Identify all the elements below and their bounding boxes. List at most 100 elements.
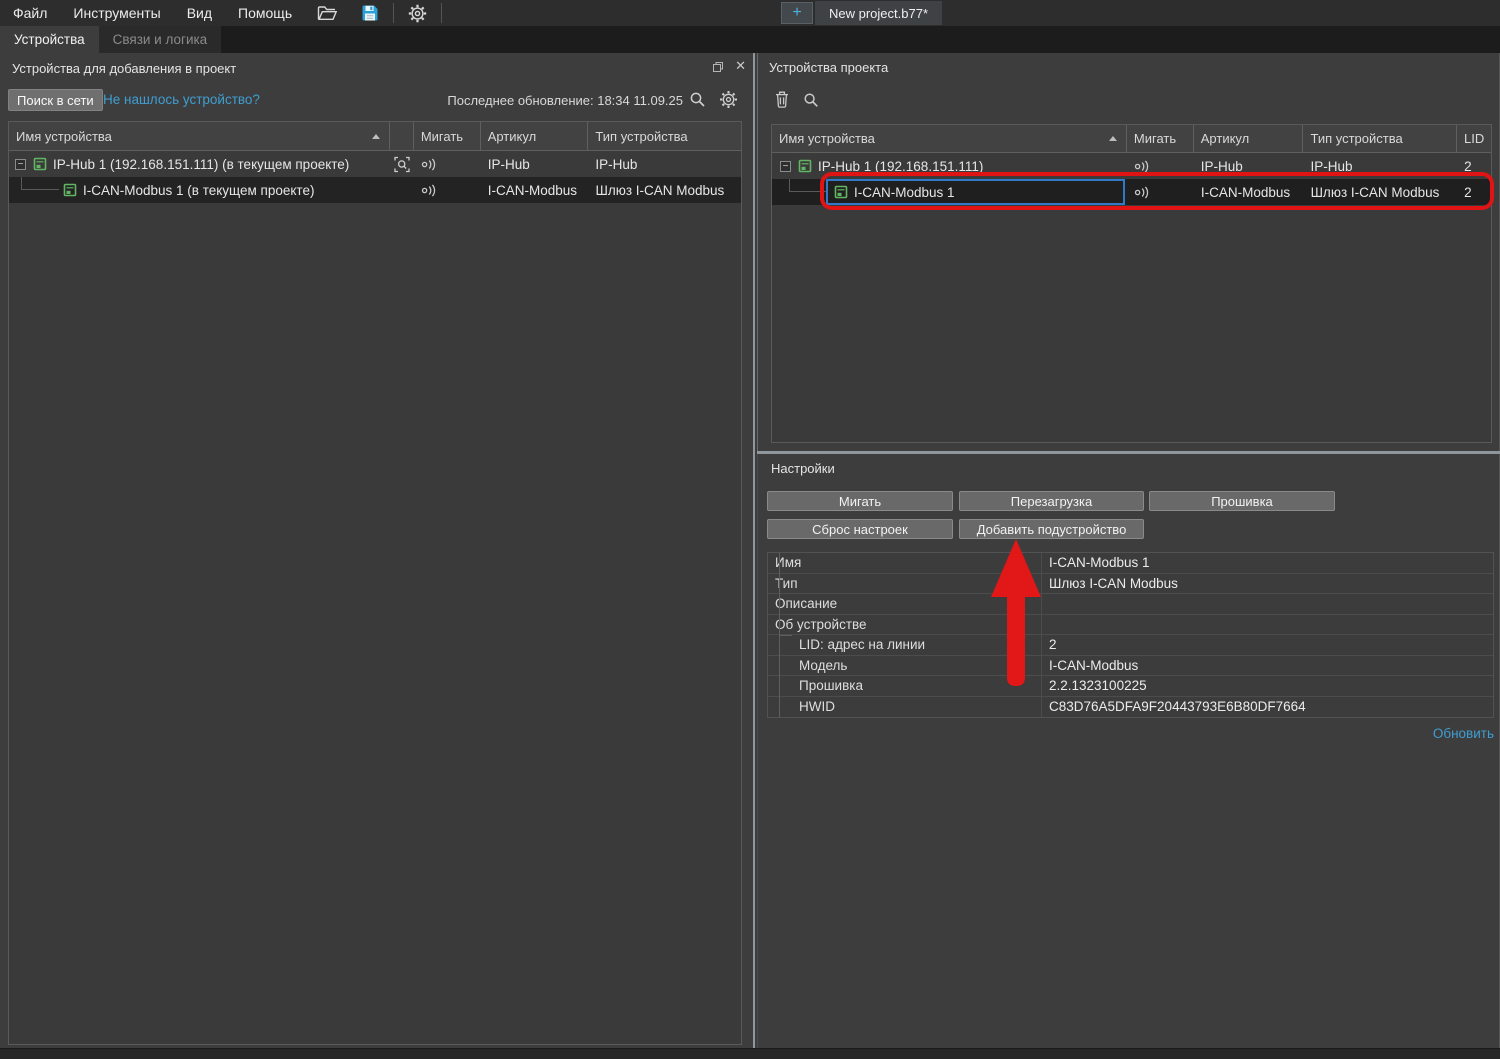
device-icon xyxy=(63,183,77,197)
property-row-description: Описание xyxy=(768,594,1493,615)
property-value[interactable]: Шлюз I-CAN Modbus xyxy=(1042,574,1493,594)
property-value[interactable]: C83D76A5DFA9F20443793E6B80DF7664 xyxy=(1042,697,1493,718)
column-header-device-name[interactable]: Имя устройства xyxy=(772,125,1127,152)
collapse-expander-icon[interactable]: − xyxy=(780,161,791,172)
property-row-about-device: Об устройстве xyxy=(768,615,1493,636)
tab-devices[interactable]: Устройства xyxy=(0,26,99,53)
search-icon[interactable] xyxy=(689,91,706,108)
column-header-device-name[interactable]: Имя устройства xyxy=(9,122,390,150)
property-row-name: Имя I-CAN-Modbus 1 xyxy=(768,553,1493,574)
scan-settings-gear-icon[interactable] xyxy=(719,90,738,109)
article-cell[interactable]: I-CAN-Modbus xyxy=(481,177,589,203)
menu-help[interactable]: Помощь xyxy=(225,0,305,26)
property-label: HWID xyxy=(768,697,1042,718)
devices-to-add-panel: Устройства для добавления в проект ✕ Пои… xyxy=(0,53,753,1048)
type-cell[interactable]: IP-Hub xyxy=(588,151,741,177)
delete-device-icon[interactable] xyxy=(775,91,789,108)
view-tab-strip: Устройства Связи и логика xyxy=(0,26,1500,53)
last-update-label: Последнее обновление: 18:34 11.09.25 xyxy=(447,93,683,108)
lid-cell[interactable]: 2 xyxy=(1457,179,1491,205)
column-header-label: Имя устройства xyxy=(779,131,875,146)
lid-cell[interactable]: 2 xyxy=(1457,153,1491,179)
search-icon[interactable] xyxy=(803,92,819,108)
property-label: Имя xyxy=(768,553,1042,573)
device-name-cell[interactable]: − IP-Hub 1 (192.168.151.111) (в текущем … xyxy=(9,151,390,177)
column-header-article[interactable]: Артикул xyxy=(1194,125,1304,152)
project-devices-table: Имя устройства Мигать Артикул Тип устрой… xyxy=(771,124,1492,443)
property-value[interactable]: 2.2.1323100225 xyxy=(1042,676,1493,696)
reboot-button[interactable]: Перезагрузка xyxy=(959,491,1144,511)
device-icon xyxy=(834,185,848,199)
menu-tools[interactable]: Инструменты xyxy=(60,0,173,26)
type-cell[interactable]: Шлюз I-CAN Modbus xyxy=(588,177,741,203)
locate-device-icon[interactable] xyxy=(390,151,414,177)
property-row-model: Модель I-CAN-Modbus xyxy=(768,656,1493,677)
property-value[interactable]: 2 xyxy=(1042,635,1493,655)
property-row-hwid: HWID C83D76A5DFA9F20443793E6B80DF7664 xyxy=(768,697,1493,718)
article-cell[interactable]: IP-Hub xyxy=(481,151,589,177)
device-name-cell[interactable]: I-CAN-Modbus 1 (в текущем проекте) xyxy=(9,177,390,203)
blink-button[interactable]: Мигать xyxy=(767,491,953,511)
sort-ascending-icon xyxy=(372,134,380,139)
table-row-ip-hub[interactable]: − IP-Hub 1 (192.168.151.111) (в текущем … xyxy=(9,151,741,177)
property-label: Модель xyxy=(768,656,1042,676)
open-folder-icon[interactable] xyxy=(305,0,349,26)
refresh-link[interactable]: Обновить xyxy=(1433,726,1494,741)
search-network-button[interactable]: Поиск в сети xyxy=(8,89,103,111)
column-header-blink[interactable]: Мигать xyxy=(1127,125,1194,152)
panel-title: Устройства для добавления в проект xyxy=(12,61,236,76)
column-header-label: Имя устройства xyxy=(16,129,112,144)
blink-icon[interactable] xyxy=(1127,179,1194,205)
type-cell[interactable]: IP-Hub xyxy=(1304,153,1458,179)
device-name-label: I-CAN-Modbus 1 xyxy=(854,185,955,200)
property-label: LID: адрес на линии xyxy=(768,635,1042,655)
firmware-button[interactable]: Прошивка xyxy=(1149,491,1335,511)
property-value[interactable] xyxy=(1042,594,1493,614)
type-cell[interactable]: Шлюз I-CAN Modbus xyxy=(1304,179,1458,205)
table-header-row: Имя устройства Мигать Артикул Тип устрой… xyxy=(772,125,1491,153)
device-name-cell[interactable]: − IP-Hub 1 (192.168.151.111) xyxy=(772,153,1127,179)
property-group-label[interactable]: Об устройстве xyxy=(768,615,1042,635)
property-row-lid: LID: адрес на линии 2 xyxy=(768,635,1493,656)
project-devices-panel: Устройства проекта Имя устройства Мигать… xyxy=(757,53,1500,451)
panel-title: Устройства проекта xyxy=(769,60,888,75)
tab-links-logic[interactable]: Связи и логика xyxy=(99,26,222,53)
property-value[interactable]: I-CAN-Modbus 1 xyxy=(1042,553,1493,573)
column-header-lid[interactable]: LID xyxy=(1457,125,1491,152)
column-header-type[interactable]: Тип устройства xyxy=(1303,125,1457,152)
column-header-blink[interactable]: Мигать xyxy=(414,122,481,150)
settings-panel: Настройки Мигать Перезагрузка Прошивка С… xyxy=(757,454,1500,1048)
device-name-label: I-CAN-Modbus 1 (в текущем проекте) xyxy=(83,183,314,198)
article-cell[interactable]: I-CAN-Modbus xyxy=(1194,179,1304,205)
blink-icon[interactable] xyxy=(414,177,481,203)
close-panel-icon[interactable]: ✕ xyxy=(735,58,746,74)
reset-settings-button[interactable]: Сброс настроек xyxy=(767,519,953,539)
project-document-tab[interactable]: New project.b77* xyxy=(815,1,942,25)
property-value[interactable]: I-CAN-Modbus xyxy=(1042,656,1493,676)
menu-file[interactable]: Файл xyxy=(0,0,60,26)
property-label: Тип xyxy=(768,574,1042,594)
application-window: Файл Инструменты Вид Помощь + New projec… xyxy=(0,0,1500,1059)
save-icon[interactable] xyxy=(349,0,391,26)
tree-line xyxy=(779,553,780,635)
menu-view[interactable]: Вид xyxy=(174,0,225,26)
column-header-scan[interactable] xyxy=(390,122,414,150)
float-panel-icon[interactable] xyxy=(713,62,723,72)
blink-icon[interactable] xyxy=(1127,153,1194,179)
collapse-expander-icon[interactable]: − xyxy=(15,159,26,170)
table-row-i-can-modbus-selected[interactable]: I-CAN-Modbus 1 I-CAN-Modbus Шлюз I-CAN M… xyxy=(772,179,1491,205)
table-row-ip-hub[interactable]: − IP-Hub 1 (192.168.151.111) IP-Hub IP-H… xyxy=(772,153,1491,179)
left-panel-toolbar: Поиск в сети Не нашлось устройство? Посл… xyxy=(0,87,753,113)
settings-gear-icon[interactable] xyxy=(396,0,439,26)
table-row-i-can-modbus[interactable]: I-CAN-Modbus 1 (в текущем проекте) I-CAN… xyxy=(9,177,741,203)
article-cell[interactable]: IP-Hub xyxy=(1194,153,1304,179)
new-project-tab-button[interactable]: + xyxy=(781,2,813,24)
device-not-found-link[interactable]: Не нашлось устройство? xyxy=(103,92,260,107)
add-subdevice-button[interactable]: Добавить подустройство xyxy=(959,519,1144,539)
scan-cell-empty xyxy=(390,177,414,203)
device-properties-grid: Имя I-CAN-Modbus 1 Тип Шлюз I-CAN Modbus… xyxy=(767,552,1494,718)
tree-line xyxy=(779,635,792,636)
blink-icon[interactable] xyxy=(414,151,481,177)
column-header-article[interactable]: Артикул xyxy=(481,122,589,150)
column-header-type[interactable]: Тип устройства xyxy=(588,122,741,150)
